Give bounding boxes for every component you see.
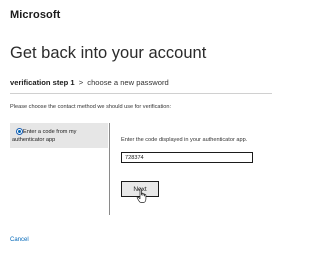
header-divider	[10, 93, 272, 94]
method-divider	[109, 123, 110, 215]
cancel-link[interactable]: Cancel	[10, 237, 29, 243]
step-separator: >	[78, 78, 84, 87]
code-input[interactable]	[121, 152, 253, 163]
radio-selected-icon[interactable]	[16, 128, 23, 135]
contact-method-label-line1: Enter a code from my	[23, 129, 77, 135]
code-instruction: Enter the code displayed in your authent…	[121, 137, 248, 143]
hand-pointer-icon	[136, 188, 148, 204]
step-breadcrumb: verification step 1 > choose a new passw…	[10, 78, 169, 87]
page-title: Get back into your account	[10, 44, 207, 62]
next-step: choose a new password	[87, 78, 169, 87]
current-step: verification step 1	[10, 78, 75, 87]
contact-method-instruction: Please choose the contact method we shou…	[10, 104, 172, 110]
contact-method-label-line2: authenticator app	[12, 137, 56, 143]
microsoft-logo-text: Microsoft	[10, 9, 61, 21]
